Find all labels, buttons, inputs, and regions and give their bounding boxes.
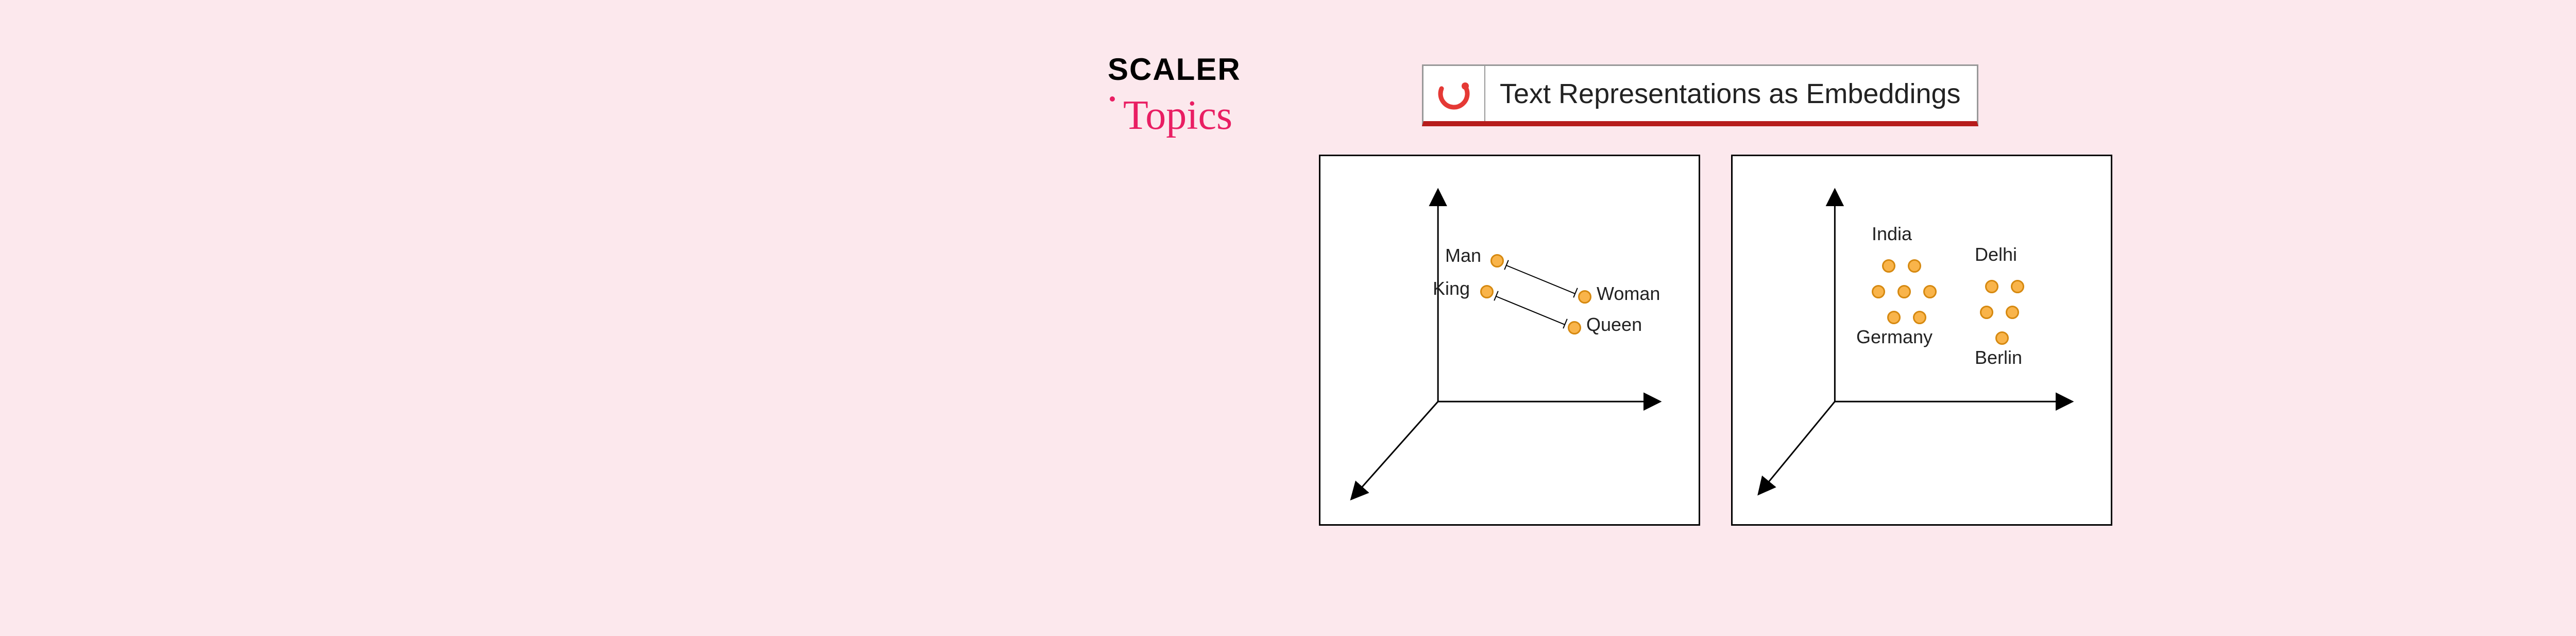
cluster-label: Berlin xyxy=(1975,347,2022,369)
embedding-point xyxy=(1568,321,1581,334)
cluster-point xyxy=(1897,285,1911,298)
cluster-point xyxy=(1887,311,1901,324)
logo-text-scaler: SCALER xyxy=(1108,52,1303,87)
cluster-point xyxy=(1913,311,1926,324)
axes-3d-icon xyxy=(1320,156,1699,524)
embedding-diagram-analogy: Man King Woman Queen xyxy=(1319,155,1700,526)
embedding-label: Woman xyxy=(1597,283,1660,305)
embedding-label: Queen xyxy=(1586,314,1642,336)
title-text: Text Representations as Embeddings xyxy=(1485,78,1977,110)
cluster-point xyxy=(1995,331,2009,345)
embedding-diagram-clusters: India Delhi Germany Berlin xyxy=(1731,155,2112,526)
diagram-container: Man King Woman Queen India Delhi Germany Berli… xyxy=(1319,155,2112,526)
cluster-point xyxy=(1872,285,1885,298)
cluster-point xyxy=(2011,280,2024,293)
embedding-point xyxy=(1480,285,1494,298)
brand-logo: SCALER Topics xyxy=(1108,52,1303,139)
cluster-label: India xyxy=(1872,223,1912,245)
title-banner: Text Representations as Embeddings xyxy=(1422,64,1978,126)
logo-text-topics: Topics xyxy=(1123,92,1303,139)
embedding-point xyxy=(1490,254,1504,267)
spinner-circle-icon xyxy=(1423,66,1485,121)
cluster-point xyxy=(1985,280,1998,293)
cluster-point xyxy=(1980,306,1993,319)
cluster-point xyxy=(1908,259,1921,273)
cluster-point xyxy=(1882,259,1895,273)
embedding-label: King xyxy=(1433,278,1470,299)
cluster-point xyxy=(2006,306,2019,319)
cluster-label: Germany xyxy=(1856,326,1933,348)
embedding-label: Man xyxy=(1445,245,1481,266)
logo-dot-icon xyxy=(1110,96,1115,102)
cluster-label: Delhi xyxy=(1975,244,2017,265)
embedding-point xyxy=(1578,290,1591,304)
cluster-point xyxy=(1923,285,1937,298)
